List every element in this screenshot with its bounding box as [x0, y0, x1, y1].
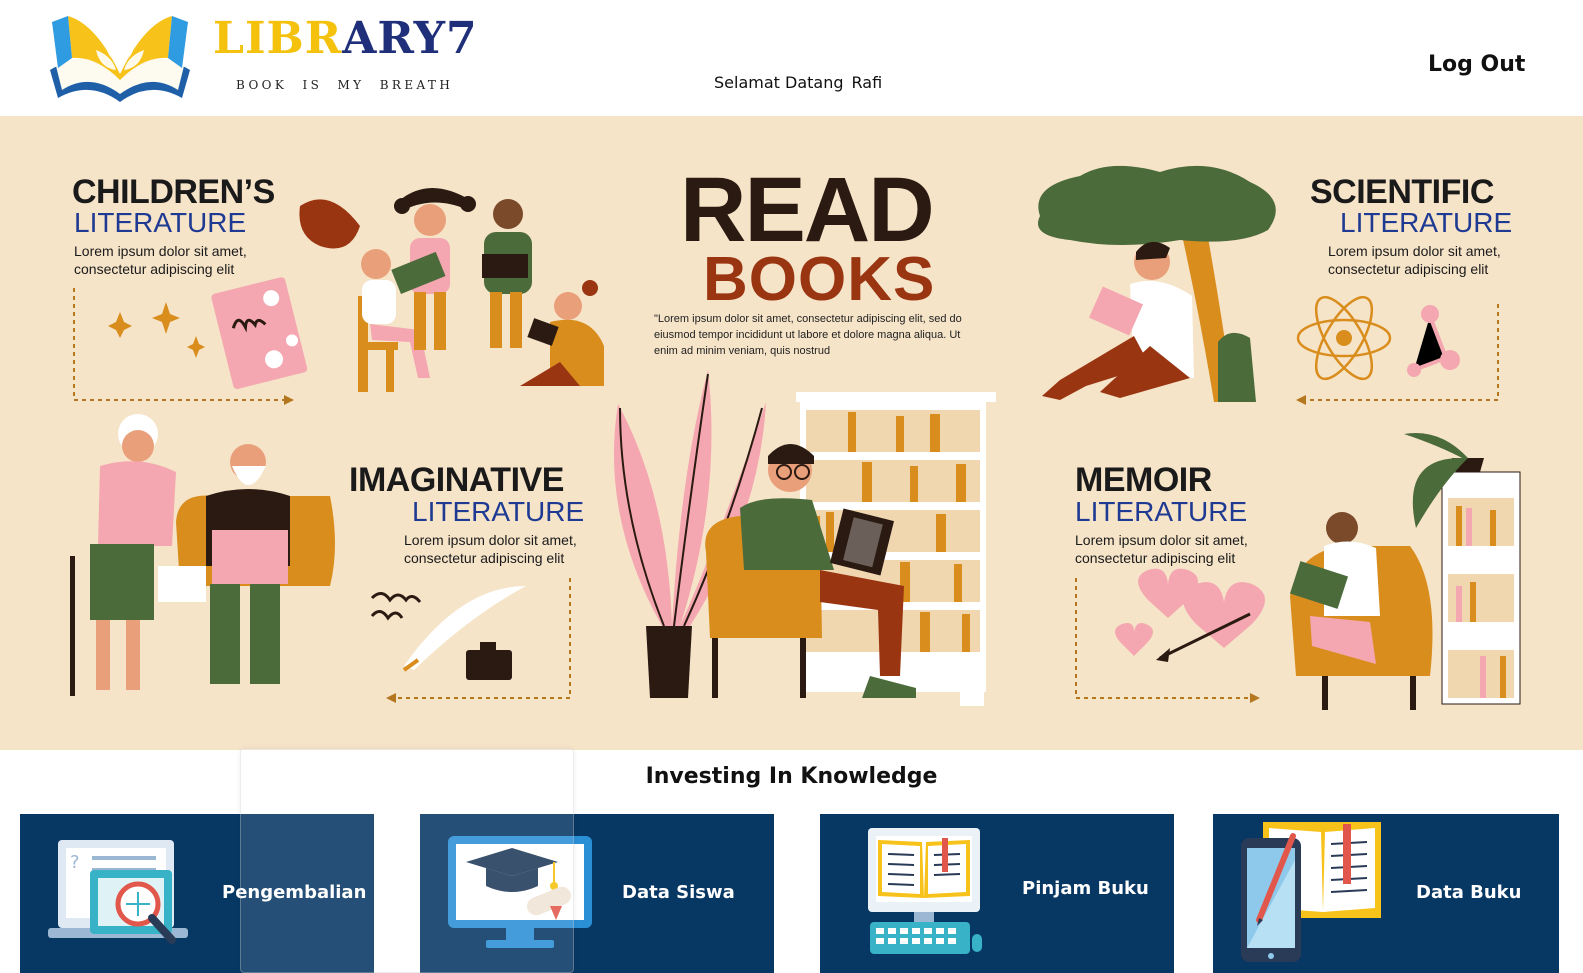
- hero-title-books: BOOKS: [703, 245, 936, 314]
- tile-label-data-buku: Data Buku: [1416, 882, 1522, 903]
- hero-banner: CHILDREN’S LITERATURE Lorem ipsum dolor …: [0, 116, 1583, 750]
- user-name: Rafi: [851, 73, 883, 92]
- tile-label-pengembalian: Pengembalian: [222, 882, 367, 903]
- category-desc-children: Lorem ipsum dolor sit amet, consectetur …: [74, 243, 247, 277]
- category-subtitle-memoir: LITERATURE: [1075, 496, 1248, 527]
- welcome-prefix: Selamat Datang: [714, 73, 844, 92]
- graduation-monitor-icon: [448, 836, 592, 948]
- magnifier-monitor-icon: ?: [48, 840, 188, 944]
- category-desc-memoir: Lorem ipsum dolor sit amet, consectetur …: [1075, 532, 1248, 566]
- category-subtitle-imaginative: LITERATURE: [412, 496, 585, 527]
- computer-book-icon: [868, 828, 982, 954]
- category-title-scientific: SCIENTIFIC: [1310, 173, 1494, 211]
- sparkles-decoration: [108, 302, 205, 358]
- category-title-memoir: MEMOIR: [1075, 461, 1212, 499]
- hero-title-read: READ: [680, 159, 935, 261]
- tile-pengembalian[interactable]: ? Pengembalian: [20, 814, 374, 973]
- category-subtitle-children: LITERATURE: [74, 207, 247, 238]
- logo-tagline: BOOK IS MY BREATH: [236, 78, 454, 92]
- category-subtitle-scientific: LITERATURE: [1340, 207, 1513, 238]
- hero-quote: "Lorem ipsum dolor sit amet, consectetur…: [654, 313, 962, 357]
- category-desc-imaginative: Lorem ipsum dolor sit amet, consectetur …: [404, 532, 577, 566]
- welcome-message: Selamat Datang Rafi: [714, 73, 882, 92]
- tile-label-data-siswa: Data Siswa: [622, 882, 735, 903]
- logo-part-yellow: LIBR: [213, 13, 343, 64]
- logo-wordmark: LIBRARY7: [213, 14, 478, 64]
- tablet-book-icon: [1241, 822, 1381, 962]
- library-logo-icon: [50, 16, 190, 102]
- tile-pinjam-buku[interactable]: Pinjam Buku: [820, 814, 1174, 973]
- section-title: Investing In Knowledge: [645, 764, 938, 789]
- category-desc-scientific: Lorem ipsum dolor sit amet, consectetur …: [1328, 243, 1501, 277]
- logo-part-navy: ARY7: [342, 13, 478, 64]
- category-title-imaginative: IMAGINATIVE: [349, 461, 564, 499]
- tile-data-buku[interactable]: Data Buku: [1213, 814, 1559, 973]
- tile-data-siswa[interactable]: Data Siswa: [420, 814, 774, 973]
- logout-button[interactable]: Log Out: [1428, 52, 1525, 77]
- header: LIBRARY7 BOOK IS MY BREATH Selamat Datan…: [0, 0, 1583, 116]
- svg-text:?: ?: [70, 852, 80, 873]
- children-reading-illustration: [299, 188, 604, 392]
- tile-label-pinjam-buku: Pinjam Buku: [1022, 878, 1149, 899]
- category-title-children: CHILDREN’S: [72, 173, 275, 211]
